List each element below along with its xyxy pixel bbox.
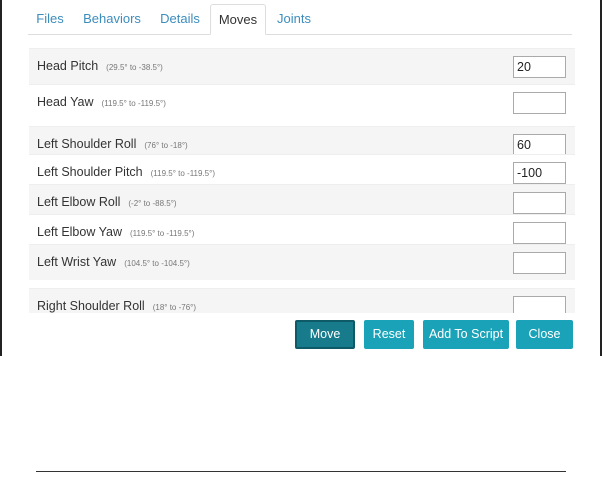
move-button[interactable]: Move	[295, 320, 355, 349]
add-to-script-button[interactable]: Add To Script	[423, 320, 509, 349]
move-range: (119.5° to -119.5°)	[150, 169, 215, 178]
move-label: Right Shoulder Roll	[37, 299, 145, 313]
left-elbow-yaw-input[interactable]	[513, 222, 566, 244]
move-label: Head Pitch	[37, 59, 99, 73]
move-range: (29.5° to -38.5°)	[106, 63, 163, 72]
move-range: (-2° to -88.5°)	[128, 199, 177, 208]
move-range: (76° to -18°)	[144, 141, 188, 150]
reset-button[interactable]: Reset	[364, 320, 414, 349]
left-elbow-roll-input[interactable]	[513, 192, 566, 214]
move-range: (119.5° to -119.5°)	[130, 229, 195, 238]
moves-list[interactable]: Head Pitch (29.5° to -38.5°) Head Yaw (119…	[29, 48, 575, 313]
head-pitch-input[interactable]	[513, 56, 566, 78]
move-label: Left Shoulder Pitch	[37, 165, 143, 179]
move-label: Left Wrist Yaw	[37, 255, 117, 269]
left-shoulder-roll-input[interactable]	[513, 134, 566, 156]
move-range: (18° to -76°)	[152, 303, 197, 312]
close-button[interactable]: Close	[516, 320, 573, 349]
left-wrist-yaw-input[interactable]	[513, 252, 566, 274]
move-row-left-wrist-yaw: Left Wrist Yaw (104.5° to -104.5°)	[29, 244, 575, 280]
divider	[36, 471, 566, 472]
move-label: Left Elbow Yaw	[37, 225, 123, 239]
move-range: (104.5° to -104.5°)	[124, 259, 190, 268]
move-row-head-yaw: Head Yaw (119.5° to -119.5°)	[29, 84, 575, 120]
move-row-head-pitch: Head Pitch (29.5° to -38.5°)	[29, 48, 575, 84]
move-label: Left Shoulder Roll	[37, 137, 137, 151]
move-row-right-shoulder-roll: Right Shoulder Roll (18° to -76°)	[29, 288, 575, 313]
tab-details[interactable]: Details	[150, 4, 210, 34]
move-label: Head Yaw	[37, 95, 94, 109]
tab-files[interactable]: Files	[28, 4, 72, 34]
right-shoulder-roll-input[interactable]	[513, 296, 566, 313]
head-yaw-input[interactable]	[513, 92, 566, 114]
tab-joints[interactable]: Joints	[266, 4, 322, 34]
move-range: (119.5° to -119.5°)	[101, 99, 166, 108]
tab-bar: Files Behaviors Details Moves Joints	[28, 4, 572, 35]
left-shoulder-pitch-input[interactable]	[513, 162, 566, 184]
move-label: Left Elbow Roll	[37, 195, 121, 209]
tab-behaviors[interactable]: Behaviors	[74, 4, 150, 34]
tab-moves[interactable]: Moves	[210, 4, 266, 35]
moves-dialog: Files Behaviors Details Moves Joints Hea…	[0, 0, 602, 356]
